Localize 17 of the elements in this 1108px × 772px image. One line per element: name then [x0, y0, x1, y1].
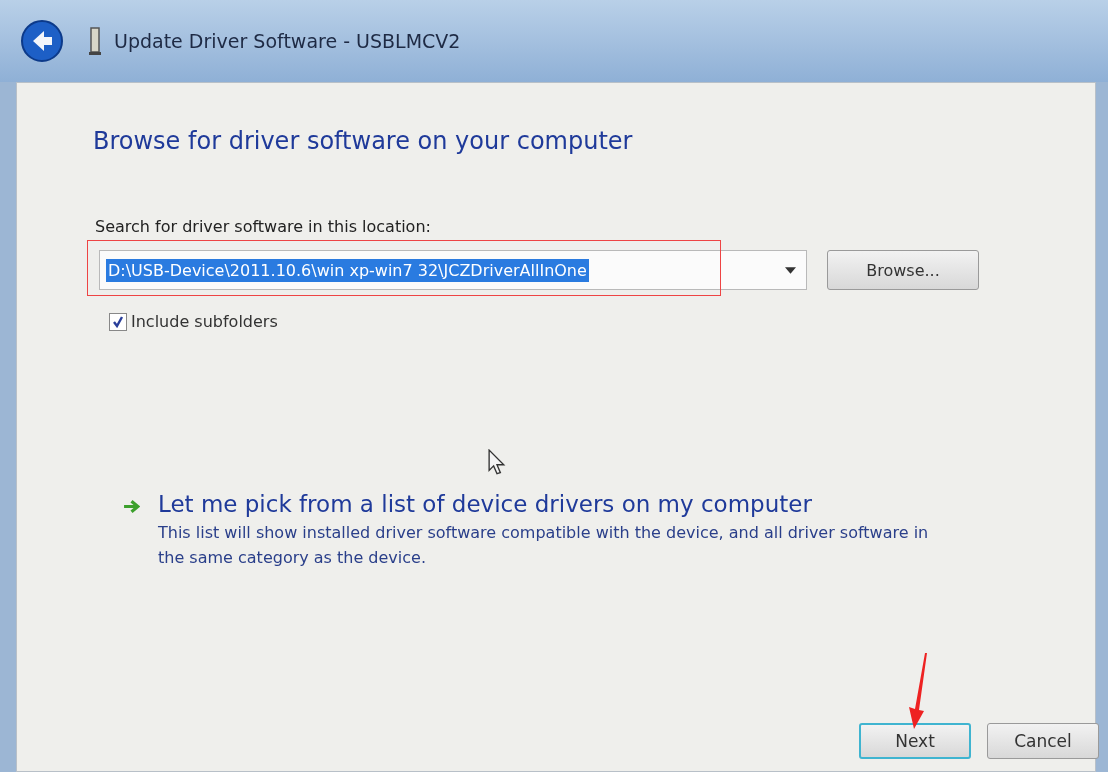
- back-icon[interactable]: [20, 19, 64, 63]
- option-description: This list will show installed driver software compatible with the device, and all driver software in the same category as the device.: [158, 522, 930, 569]
- window-title: Update Driver Software - USBLMCV2: [114, 30, 461, 52]
- checkbox-label: Include subfolders: [131, 312, 278, 331]
- dialog-button[interactable]: Next: [859, 723, 971, 759]
- dropdown-caret-icon[interactable]: [785, 266, 796, 274]
- device-icon: [88, 26, 102, 56]
- browse-button[interactable]: Browse...: [827, 250, 979, 290]
- location-field[interactable]: D:\USB-Device\2011.10.6\win xp-win7 32\JCZDriverAllInOne: [99, 250, 807, 290]
- location-label: Search for driver software in this location:: [95, 217, 432, 236]
- checkbox[interactable]: [109, 312, 127, 331]
- option-link[interactable]: Let me pick from a list of device drivers on my computer: [158, 491, 958, 517]
- arrow-icon: [123, 499, 140, 514]
- page-heading: Browse for driver software on your computer: [93, 127, 634, 155]
- path-text: D:\USB-Device\2011.10.6\win xp-win7 32\JCZDriverAllInOne: [106, 258, 589, 282]
- dialog-button[interactable]: Cancel: [987, 723, 1099, 759]
- mouse-pointer-icon: [488, 449, 506, 476]
